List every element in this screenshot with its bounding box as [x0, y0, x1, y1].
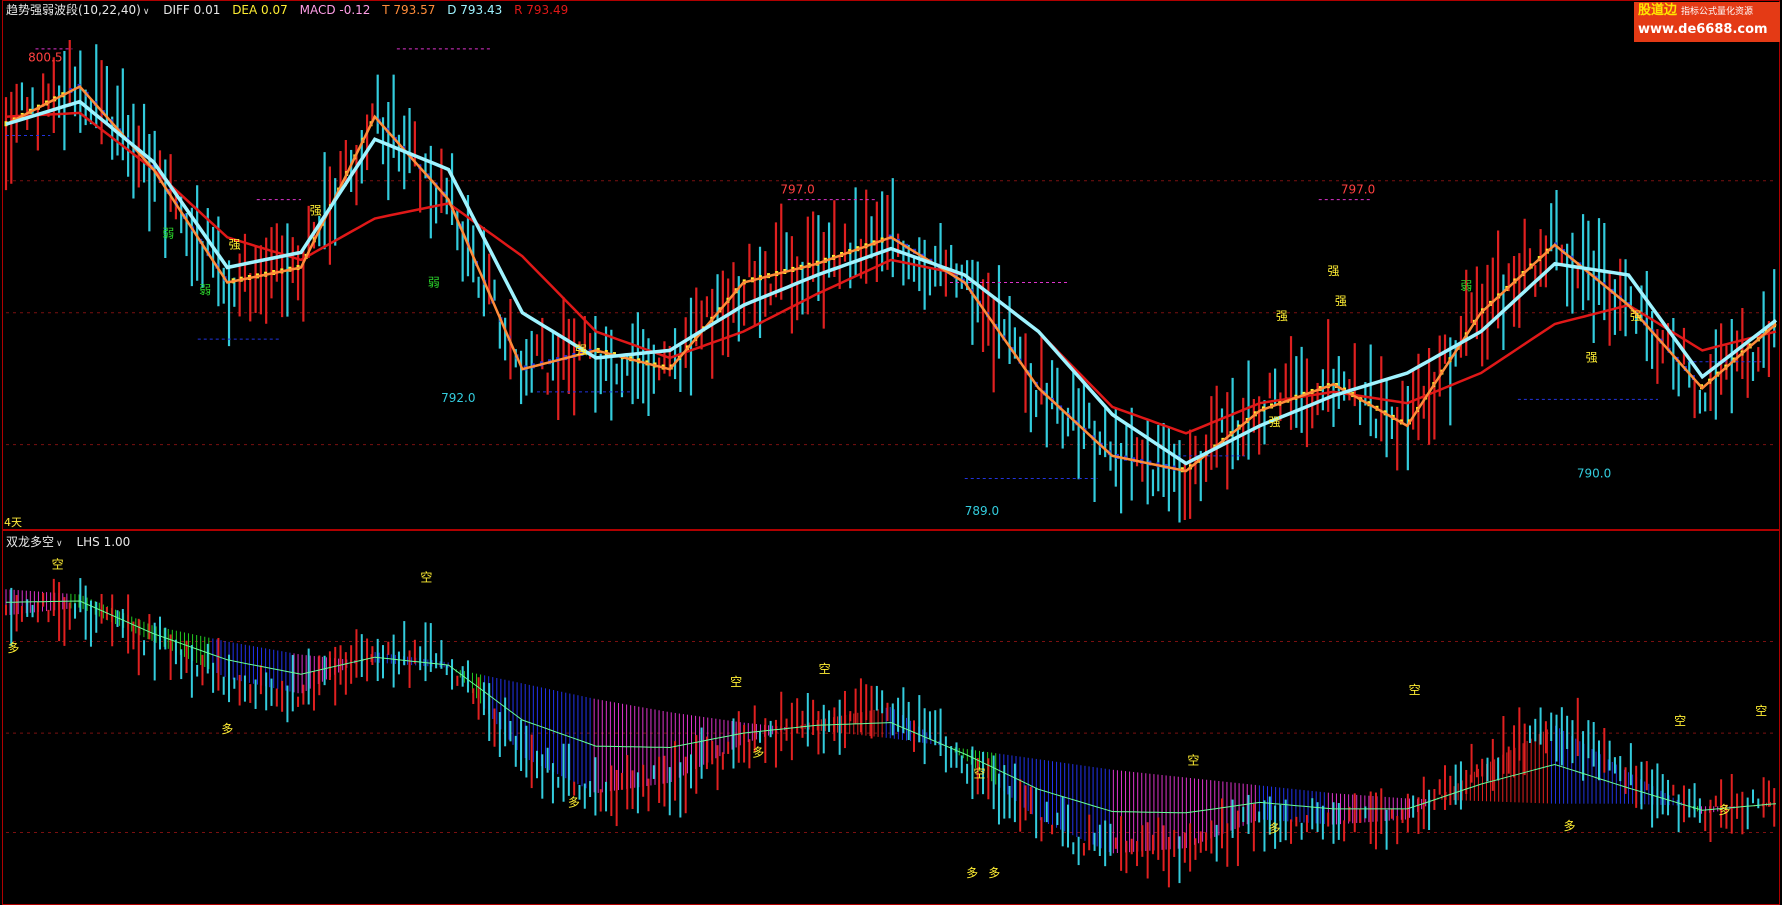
strength-label: 强 [1586, 351, 1598, 365]
strength-label: 强 [310, 204, 322, 218]
indicator-panel[interactable]: 双龙多空 ∨ LHS 1.00 空空空空空空空空空多多多多多多多多多 [0, 530, 1782, 905]
signal-label: 空 [1409, 683, 1421, 697]
signal-label: 空 [420, 570, 432, 584]
indicator-chart[interactable]: 空空空空空空空空空多多多多多 多多 多多 [0, 530, 1782, 905]
strength-label: 强 [1276, 309, 1288, 323]
days-label: 4天 [4, 516, 22, 529]
strength-dots [4, 83, 1777, 473]
signal-label: 多 [988, 866, 1000, 880]
strength-label: 强 [1327, 264, 1339, 278]
ribbon [5, 589, 1776, 854]
strength-label: 强 [229, 238, 241, 252]
price-label: 790.0 [1577, 466, 1611, 480]
signal-label: 多 [568, 795, 580, 809]
strength-label: 强 [1630, 309, 1642, 323]
strength-label: 强 [1335, 294, 1347, 308]
logo-title: 股道边 [1638, 3, 1678, 18]
strength-label: 强 [1268, 415, 1280, 429]
price-chart[interactable]: 800.5797.0 797.0792.0789.0790.0弱弱弱强强强强强强强… [0, 0, 1782, 530]
signal-label: 空 [1674, 714, 1686, 728]
signal-label: 空 [730, 675, 742, 689]
signal-label: 多 [752, 746, 764, 760]
signal-label: 空 [819, 662, 831, 676]
signal-label: 多 [221, 722, 233, 736]
price-label: 797.0 [780, 183, 814, 197]
signal-label: 空 [1187, 753, 1199, 767]
price-label: 789.0 [965, 504, 999, 518]
signal-label: 空 [973, 767, 985, 781]
signal-label: 多 [1268, 821, 1280, 835]
strength-label: 强 [575, 343, 587, 357]
logo-subtitle: 指标公式量化资源 [1681, 7, 1754, 17]
signal-label: 多 [7, 641, 19, 655]
price-label: 797.0 [1341, 183, 1375, 197]
strength-label: 弱 [1460, 279, 1472, 293]
logo: 股道边 指标公式量化资源 www.de6688.com [1634, 2, 1780, 42]
signal-label: 空 [1755, 704, 1767, 718]
signal-label: 空 [52, 557, 64, 571]
strength-label: 弱 [199, 283, 211, 297]
signal-label: 多 [1563, 819, 1575, 833]
main-price-panel[interactable]: 趋势强弱波段(10,22,40) ∨ DIFF 0.01 DEA 0.07 MAC… [0, 0, 1782, 530]
logo-url: www.de6688.com [1638, 22, 1768, 37]
price-label: 792.0 [441, 391, 475, 405]
candle-bars [4, 39, 1776, 523]
strength-label: 弱 [428, 275, 440, 289]
strength-label: 弱 [162, 226, 174, 240]
signal-label: 多 [966, 866, 978, 880]
signal-label: 多 [1718, 803, 1730, 817]
price-label: 800.5 [28, 51, 62, 65]
